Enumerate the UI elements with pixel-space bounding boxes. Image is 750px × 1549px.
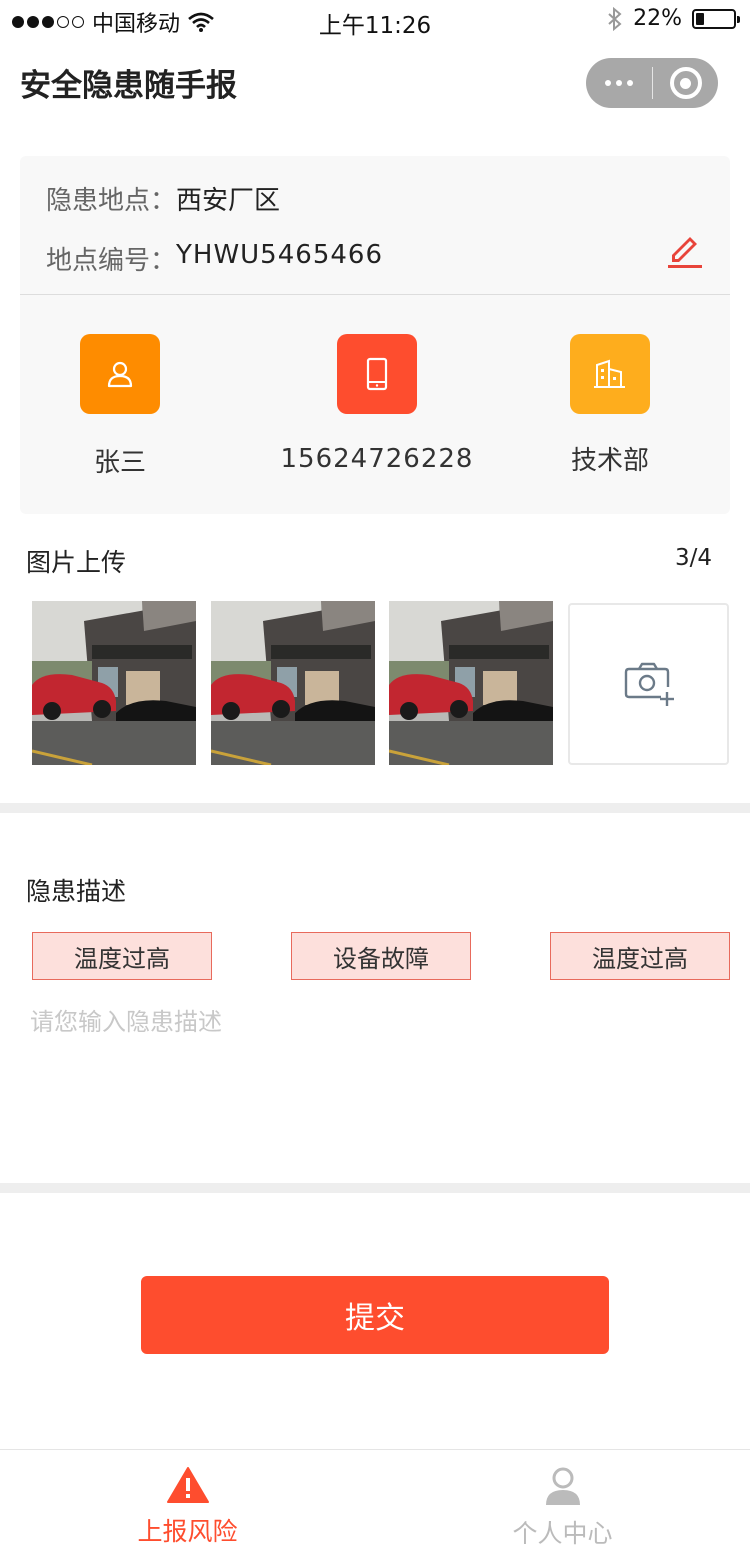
person-icon: [80, 334, 160, 414]
street-photo-image: [211, 601, 375, 765]
edit-location-button[interactable]: [666, 232, 706, 272]
uploaded-photo[interactable]: [211, 601, 375, 765]
camera-add-icon: [624, 662, 674, 706]
uploaded-photo[interactable]: [389, 601, 553, 765]
contact-phone[interactable]: 15624726228: [277, 334, 477, 474]
location-label: 隐患地点：: [46, 186, 177, 216]
status-bar: 中国移动 上午11:26 22%: [0, 0, 750, 40]
tab-personal-center[interactable]: 个人中心: [375, 1450, 750, 1549]
street-photo-image: [389, 601, 553, 765]
target-icon: [669, 67, 702, 99]
card-divider: [20, 294, 730, 295]
department-name: 技术部: [570, 446, 649, 476]
code-row: 地点编号： YHWU5465466: [46, 240, 383, 277]
upload-count: 3/4: [674, 545, 712, 571]
tag-high-temperature[interactable]: 温度过高: [32, 932, 212, 980]
location-row: 隐患地点： 西安厂区: [46, 180, 280, 217]
section-divider: [0, 803, 750, 813]
contact-department[interactable]: 技术部: [510, 334, 710, 477]
submit-button[interactable]: 提交: [141, 1276, 609, 1354]
contact-name: 张三: [93, 448, 146, 478]
page-title: 安全隐患随手报: [20, 68, 237, 104]
uploaded-photo[interactable]: [32, 601, 196, 765]
description-title: 隐患描述: [26, 877, 127, 906]
phone-icon: [337, 334, 417, 414]
tag-high-temperature-2[interactable]: 温度过高: [550, 932, 730, 980]
status-right: 22%: [607, 6, 740, 31]
code-value: YHWU5465466: [176, 240, 383, 270]
pencil-icon: [668, 237, 702, 268]
tab-personal-center-label: 个人中心: [512, 1519, 613, 1548]
close-miniapp-button[interactable]: [653, 58, 718, 108]
more-menu-button[interactable]: [586, 58, 652, 108]
tab-bar: 上报风险 个人中心: [0, 1449, 750, 1549]
bluetooth-icon: [608, 6, 622, 31]
description-input[interactable]: [30, 1002, 720, 1162]
info-card: 隐患地点： 西安厂区 地点编号： YHWU5465466 张三 15624726…: [20, 156, 730, 514]
battery-percent: 22%: [633, 6, 682, 31]
user-icon: [545, 1467, 580, 1505]
tag-equipment-fault[interactable]: 设备故障: [291, 932, 471, 980]
upload-title: 图片上传: [26, 548, 127, 577]
warning-icon: [166, 1467, 209, 1503]
battery-icon: [692, 8, 740, 29]
section-divider: [0, 1183, 750, 1193]
street-photo-image: [32, 601, 196, 765]
more-dots-icon: [605, 80, 611, 86]
contact-person[interactable]: 张三: [20, 334, 220, 479]
building-icon: [570, 334, 650, 414]
add-photo-button[interactable]: [568, 603, 729, 765]
location-value: 西安厂区: [176, 186, 281, 216]
contact-phone-number: 15624726228: [280, 444, 474, 474]
tab-report-risk[interactable]: 上报风险: [0, 1450, 375, 1549]
miniapp-capsule: [586, 58, 718, 108]
tab-report-risk-label: 上报风险: [137, 1517, 238, 1546]
code-label: 地点编号：: [46, 246, 177, 276]
